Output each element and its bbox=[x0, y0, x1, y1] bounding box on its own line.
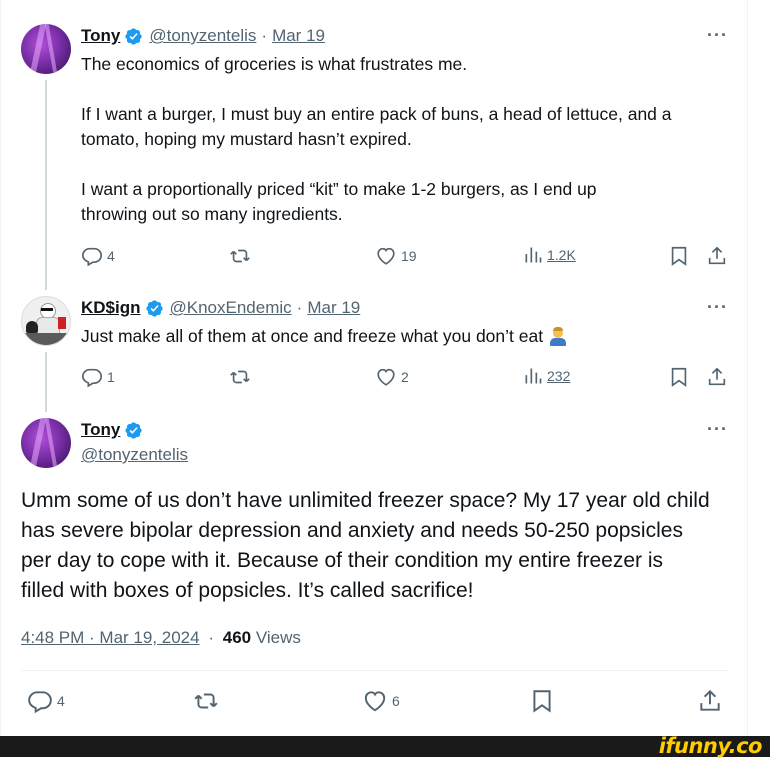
tweet1-header: Tony @tonyzentelis · Mar 19 bbox=[81, 26, 325, 46]
avatar[interactable] bbox=[21, 418, 71, 468]
share-button[interactable] bbox=[697, 688, 723, 714]
separator-dot: · bbox=[261, 26, 268, 45]
separator-dot: · bbox=[208, 628, 214, 647]
views-label: Views bbox=[255, 628, 301, 647]
more-options-icon[interactable]: ··· bbox=[707, 419, 728, 440]
tweet-text-line: I want a proportionally priced “kit” to … bbox=[81, 179, 597, 199]
bookmark-icon bbox=[671, 246, 687, 266]
tweet-meta: 4:48 PM · Mar 19, 2024 · 460 Views bbox=[21, 628, 301, 648]
tweet2-header: KD$ign @KnoxEndemic · Mar 19 bbox=[81, 298, 360, 318]
retweet-button[interactable] bbox=[193, 688, 219, 714]
share-icon bbox=[708, 246, 726, 265]
author-name[interactable]: Tony bbox=[81, 420, 120, 440]
views-button[interactable]: 232 bbox=[523, 366, 570, 386]
like-button[interactable]: 6 bbox=[362, 688, 400, 714]
tweet-date[interactable]: Mar 19 bbox=[307, 298, 360, 318]
view-count: 460 bbox=[222, 628, 252, 647]
like-button[interactable]: 19 bbox=[375, 245, 417, 267]
more-options-icon[interactable]: ··· bbox=[707, 297, 728, 318]
tweet-text-line: per day to cope with it. Because of thei… bbox=[21, 549, 663, 572]
bookmark-icon bbox=[533, 690, 551, 713]
avatar[interactable] bbox=[21, 24, 71, 74]
like-count: 6 bbox=[392, 693, 400, 709]
analytics-icon bbox=[525, 368, 542, 384]
separator-dot: · bbox=[296, 298, 303, 317]
avatar-figure bbox=[41, 308, 53, 311]
bookmark-button[interactable] bbox=[668, 245, 690, 267]
tweet-text-line: tomato, hoping my mustard hasn’t expired… bbox=[81, 129, 412, 149]
tweet-timestamp[interactable]: 4:48 PM · Mar 19, 2024 bbox=[21, 628, 200, 647]
person-shrugging-emoji-icon bbox=[549, 327, 567, 347]
author-handle[interactable]: @tonyzentelis bbox=[149, 26, 256, 46]
like-button[interactable]: 2 bbox=[375, 366, 409, 388]
avatar[interactable] bbox=[21, 296, 71, 346]
share-icon bbox=[708, 367, 726, 386]
avatar-figure bbox=[58, 317, 66, 329]
bookmark-button[interactable] bbox=[529, 688, 555, 714]
retweet-icon bbox=[230, 370, 250, 384]
reply-icon bbox=[82, 247, 102, 267]
bookmark-button[interactable] bbox=[668, 366, 690, 388]
heart-icon bbox=[364, 691, 386, 712]
avatar-figure bbox=[22, 333, 70, 345]
main-tweet-handle-row: @tonyzentelis bbox=[81, 445, 188, 465]
bookmark-icon bbox=[671, 367, 687, 387]
thread-line bbox=[45, 80, 47, 290]
verified-badge-icon bbox=[125, 421, 142, 439]
thread-line bbox=[45, 352, 47, 412]
retweet-icon bbox=[194, 693, 218, 709]
tweet-text-line: has severe bipolar depression and anxiet… bbox=[21, 519, 683, 542]
view-count[interactable]: 1.2K bbox=[547, 247, 576, 263]
tweet-text-line: If I want a burger, I must buy an entire… bbox=[81, 104, 672, 124]
reply-button[interactable]: 4 bbox=[81, 245, 115, 267]
retweet-button[interactable] bbox=[229, 245, 251, 267]
verified-badge-icon bbox=[145, 299, 163, 317]
reply-button[interactable]: 4 bbox=[27, 688, 65, 714]
views-button[interactable]: 1.2K bbox=[523, 245, 576, 265]
verified-badge-icon bbox=[125, 27, 142, 45]
retweet-icon bbox=[230, 249, 250, 263]
tweet-text-line: throwing out so many ingredients. bbox=[81, 204, 343, 224]
reply-count: 4 bbox=[107, 248, 115, 264]
author-name[interactable]: Tony bbox=[81, 26, 120, 46]
like-count: 19 bbox=[401, 248, 417, 264]
author-name[interactable]: KD$ign bbox=[81, 298, 141, 318]
more-options-icon[interactable]: ··· bbox=[707, 25, 728, 46]
reply-button[interactable]: 1 bbox=[81, 366, 115, 388]
reply-icon bbox=[82, 368, 102, 388]
watermark-bar: ifunny.co bbox=[0, 734, 770, 758]
tweet-text-line: Umm some of us don’t have unlimited free… bbox=[21, 489, 710, 512]
view-count[interactable]: 232 bbox=[547, 368, 570, 384]
divider bbox=[21, 670, 729, 671]
reply-icon bbox=[28, 691, 52, 714]
like-count: 2 bbox=[401, 369, 409, 385]
tweet-text: Just make all of them at once and freeze… bbox=[81, 324, 567, 349]
author-handle[interactable]: @tonyzentelis bbox=[81, 445, 188, 465]
heart-icon bbox=[377, 368, 395, 386]
tweet-text-line: filled with boxes of popsicles. It’s cal… bbox=[21, 579, 474, 602]
author-handle[interactable]: @KnoxEndemic bbox=[170, 298, 292, 318]
tweet-date[interactable]: Mar 19 bbox=[272, 26, 325, 46]
tweet-text-content: Just make all of them at once and freeze… bbox=[81, 326, 544, 346]
reply-count: 1 bbox=[107, 369, 115, 385]
reply-count: 4 bbox=[57, 693, 65, 709]
tweet-text-line: The economics of groceries is what frust… bbox=[81, 54, 468, 74]
share-icon bbox=[700, 689, 720, 711]
retweet-button[interactable] bbox=[229, 366, 251, 388]
avatar-figure bbox=[26, 321, 38, 333]
share-button[interactable] bbox=[706, 245, 728, 267]
main-tweet-header: Tony bbox=[81, 420, 143, 440]
ifunny-watermark: ifunny.co bbox=[658, 734, 763, 758]
share-button[interactable] bbox=[706, 366, 728, 388]
analytics-icon bbox=[525, 247, 542, 263]
heart-icon bbox=[377, 247, 395, 265]
